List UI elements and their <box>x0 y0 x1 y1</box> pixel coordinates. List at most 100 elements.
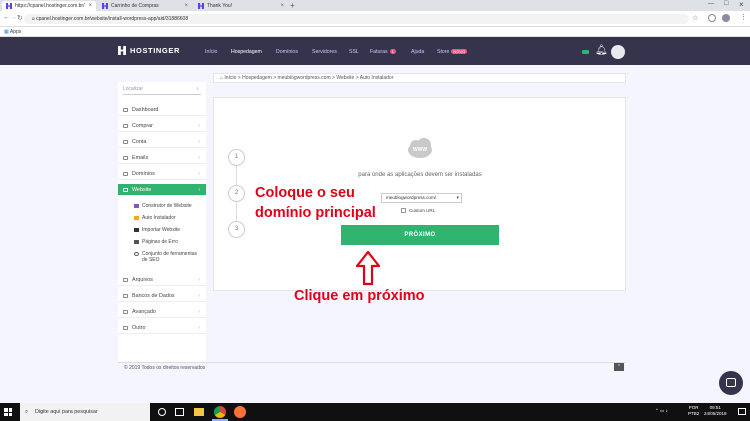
tab-label: Carrinho de Compras <box>111 3 159 9</box>
sidebar-item-website[interactable]: Website ‹ <box>118 184 206 196</box>
subitem-seo[interactable]: Conjunto de ferramentas de SEO <box>118 251 198 263</box>
extension-icon[interactable] <box>708 14 716 22</box>
step-2: 2 <box>228 185 245 202</box>
step-3: 3 <box>228 221 245 238</box>
menu-dots-icon[interactable]: ⋮ <box>740 13 747 21</box>
star-icon[interactable]: ☆ <box>692 14 698 22</box>
sidebar-item-dashboard[interactable]: Dashboard <box>118 104 206 116</box>
subitem-construtor[interactable]: Construtor de Website <box>118 203 206 209</box>
nav-hospedagem[interactable]: Hospedagem <box>231 49 262 55</box>
hostinger-logo[interactable]: HOSTINGER <box>118 46 180 55</box>
sidebar-item-comprar[interactable]: Comprar ‹ <box>118 120 206 132</box>
domain-select[interactable]: meublogwordpress.com/ ▾ <box>381 193 462 203</box>
forward-icon[interactable]: → <box>10 14 17 21</box>
sidebar-item-bancos[interactable]: Bancos de Dados ‹ <box>118 290 206 302</box>
subitem-importar[interactable]: Importar Website <box>118 227 206 233</box>
sidebar-item-outro[interactable]: Outro ‹ <box>118 322 206 334</box>
nav-faturas[interactable]: Faturas 1 <box>370 49 396 55</box>
url-input[interactable]: 🔒︎ cpanel.hostinger.com.br/website/insta… <box>24 14 689 24</box>
task-view-icon[interactable] <box>175 408 184 416</box>
taskbar-search-placeholder: Digite aqui para pesquisar <box>35 409 98 415</box>
installer-icon <box>134 216 139 220</box>
breadcrumb-auto-instalador: Auto Instalador <box>359 75 394 81</box>
bookmark-apps[interactable]: Apps <box>10 29 21 35</box>
nav-servidores[interactable]: Servidores <box>312 49 337 55</box>
search-placeholder: Localizar <box>123 86 144 92</box>
browser-tab-cpanel[interactable]: https://cpanel.hostinger.com.br/ × <box>2 1 96 11</box>
new-tab-button[interactable]: + <box>290 1 295 10</box>
back-icon[interactable]: ← <box>3 14 10 21</box>
nav-store[interactable]: Store NOVO <box>437 49 468 55</box>
close-window-icon[interactable]: × <box>739 0 744 9</box>
subitem-label: Conjunto de ferramentas de SEO <box>142 251 198 263</box>
chevron-left-icon: ‹ <box>198 325 200 331</box>
file-explorer-icon[interactable] <box>194 408 204 416</box>
flag-icon[interactable] <box>582 50 589 54</box>
subitem-auto-instalador[interactable]: Auto Instalador <box>118 215 206 221</box>
breadcrumb-inicio[interactable]: Início <box>224 75 236 81</box>
chevron-left-icon: ‹ <box>198 123 200 129</box>
notification-icon[interactable] <box>738 408 746 415</box>
chevron-left-icon: ‹ <box>198 139 200 145</box>
nav-inicio[interactable]: Início <box>205 49 217 55</box>
scroll-top-button[interactable]: ⌃ <box>614 363 624 371</box>
chevron-left-icon: ‹ <box>198 155 200 161</box>
taskbar-search-input[interactable]: ⌕ Digite aqui para pesquisar <box>20 403 150 421</box>
browser-tab-carrinho[interactable]: Carrinho de Compras × <box>98 1 192 11</box>
chevron-left-icon: ‹ <box>198 171 200 177</box>
database-icon <box>123 294 128 298</box>
import-icon <box>134 228 139 232</box>
sidebar-item-avancado[interactable]: Avançado ‹ <box>118 306 206 318</box>
subitem-label: Auto Instalador <box>142 215 176 221</box>
sidebar-item-arquivos[interactable]: Arquivos ‹ <box>118 274 206 286</box>
user-avatar[interactable] <box>611 45 625 59</box>
breadcrumb-separator: > <box>273 75 277 81</box>
sidebar-search-input[interactable]: Localizar ⌕ <box>123 86 201 95</box>
close-tab-icon[interactable]: × <box>184 3 188 9</box>
page-footer: © 2019 Todos os direitos reservados <box>118 362 626 372</box>
breadcrumb-hospedagem[interactable]: Hospedagem <box>242 75 272 81</box>
browser-tab-thankyou[interactable]: Thank You! × <box>194 1 288 11</box>
breadcrumb-domain[interactable]: meublogwordpress.com <box>278 75 331 81</box>
annotation-click-next: Clique em próximo <box>294 288 425 304</box>
language-indicator[interactable]: POR PTB2 <box>688 405 699 417</box>
nav-ajuda[interactable]: Ajuda <box>411 49 424 55</box>
maximize-icon[interactable]: □ <box>724 0 728 7</box>
chrome-icon[interactable] <box>214 406 226 418</box>
minimize-icon[interactable]: — <box>708 1 714 7</box>
browser-tab-bar: https://cpanel.hostinger.com.br/ × Carri… <box>0 0 750 11</box>
breadcrumb-separator: > <box>355 75 359 81</box>
reload-icon[interactable]: ↻ <box>17 14 23 22</box>
subitem-paginas-erro[interactable]: Páginas de Erro <box>118 239 206 245</box>
nav-dominios[interactable]: Domínios <box>276 49 298 55</box>
settings-icon <box>123 310 128 314</box>
custom-url-checkbox[interactable] <box>401 208 406 213</box>
sidebar-item-dominios[interactable]: Domínios ‹ <box>118 168 206 180</box>
search-icon[interactable]: ⌕ <box>196 86 199 92</box>
sidebar-item-conta[interactable]: Conta ‹ <box>118 136 206 148</box>
chevron-down-icon: ‹ <box>198 187 200 193</box>
close-tab-icon[interactable]: × <box>88 3 92 9</box>
sidebar-item-label: Comprar <box>132 123 153 129</box>
url-text: cpanel.hostinger.com.br/website/install-… <box>36 16 189 22</box>
chat-icon <box>726 378 736 387</box>
monitor-icon <box>123 188 128 192</box>
cortana-icon[interactable] <box>158 408 166 416</box>
sidebar-item-emails[interactable]: Emails ‹ <box>118 152 206 164</box>
sidebar-item-label: Conta <box>132 139 147 145</box>
bell-icon[interactable]: 🔔︎ <box>595 45 608 56</box>
firefox-icon[interactable] <box>234 406 246 418</box>
search-icon: ⌕ <box>25 409 29 415</box>
windows-start-icon[interactable] <box>4 408 12 416</box>
breadcrumb-website[interactable]: Website <box>336 75 354 81</box>
subitem-label: Páginas de Erro <box>142 239 178 245</box>
custom-url-option[interactable]: Custom URL <box>401 208 435 213</box>
nav-ssl[interactable]: SSL <box>349 49 359 55</box>
chat-button[interactable] <box>719 371 743 395</box>
profile-avatar-icon[interactable] <box>722 14 730 22</box>
clock-date: 24/05/2019 <box>704 411 727 416</box>
close-tab-icon[interactable]: × <box>280 3 284 9</box>
clock[interactable]: 09:51 24/05/2019 <box>704 405 727 417</box>
system-tray-icons[interactable]: ⌃ ▭ ♪ <box>655 408 668 414</box>
next-button[interactable]: PRÓXIMO <box>341 225 499 245</box>
